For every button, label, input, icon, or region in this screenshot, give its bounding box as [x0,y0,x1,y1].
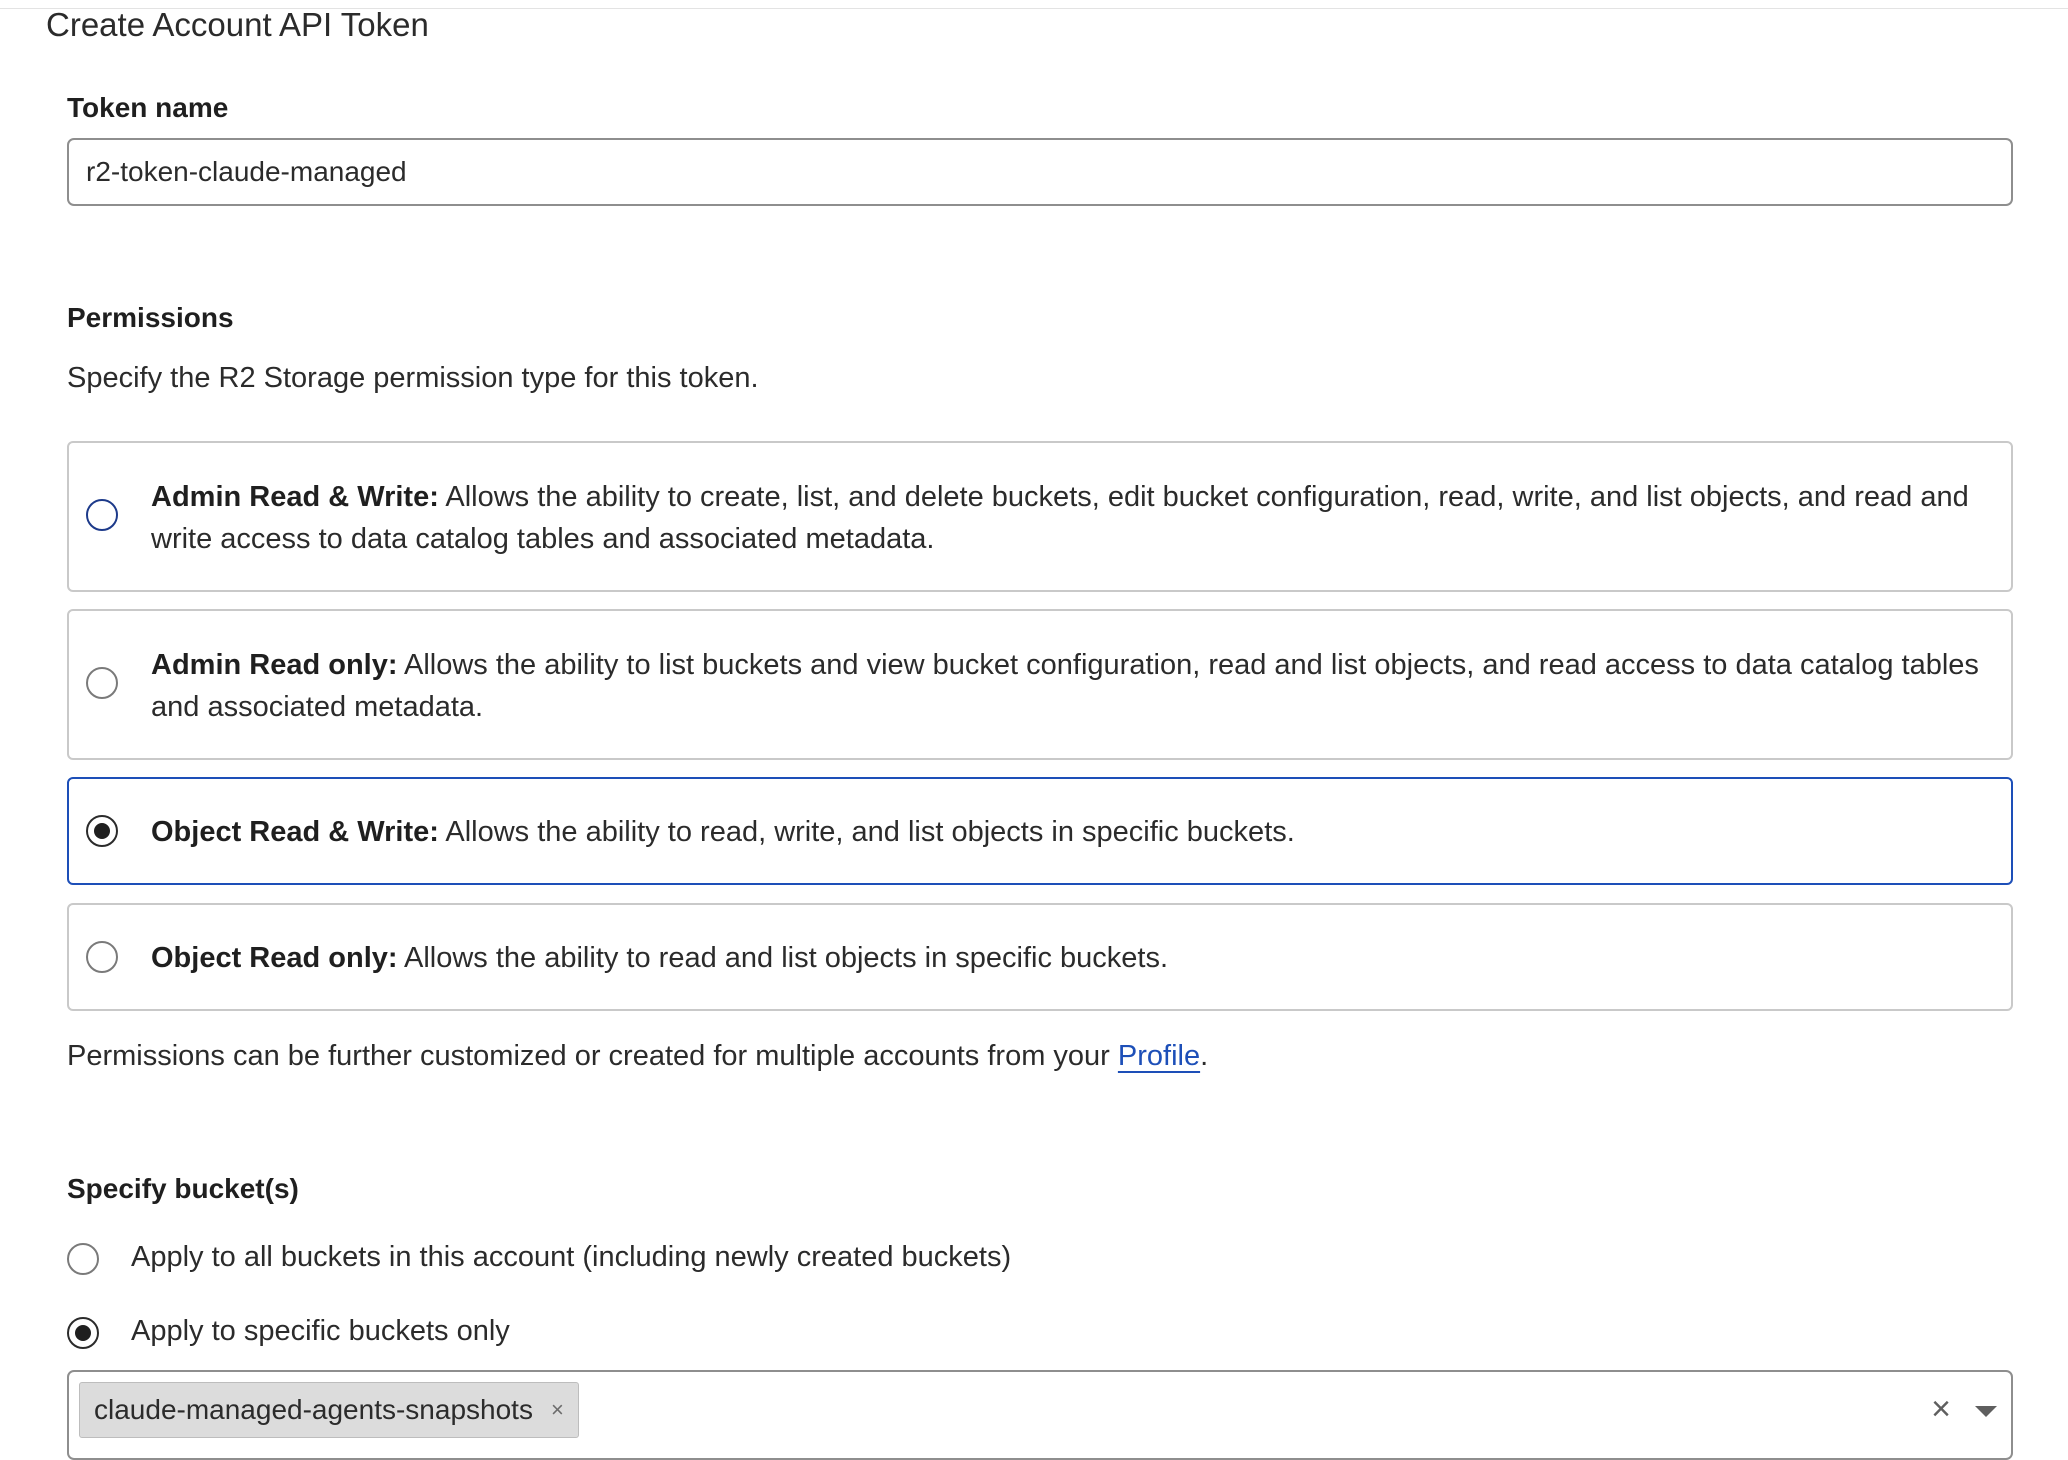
chevron-down-icon[interactable] [1975,1406,1997,1417]
radio-object-read-write[interactable] [86,815,118,847]
radio-object-read-only[interactable] [86,941,118,973]
radio-all-buckets[interactable] [67,1243,99,1275]
permission-option-description: Allows the ability to read and list obje… [397,942,1169,974]
permission-option-title: Admin Read only: [151,649,398,681]
permission-option-admin-read-write[interactable]: Admin Read & Write: Allows the ability t… [67,441,2013,592]
permission-option-title: Object Read only: [151,942,398,974]
bucket-chip: claude-managed-agents-snapshots × [79,1382,579,1438]
permission-option-text: Admin Read only: Allows the ability to l… [151,644,1991,728]
radio-admin-read-only[interactable] [86,667,118,699]
bucket-scope-label: Apply to all buckets in this account (in… [131,1241,1012,1273]
permission-option-object-read-only[interactable]: Object Read only: Allows the ability to … [67,903,2013,1011]
permissions-label: Permissions [67,302,234,333]
permission-option-description: Allows the ability to list buckets and v… [151,649,1979,723]
permission-option-title: Admin Read & Write: [151,481,439,513]
permissions-footer-suffix: . [1200,1040,1209,1072]
page-title: Create Account API Token [46,6,429,43]
token-name-input[interactable] [67,138,2013,206]
profile-link[interactable]: Profile [1118,1040,1200,1072]
permissions-description: Specify the R2 Storage permission type f… [67,362,759,394]
permission-option-description: Allows the ability to read, write, and l… [438,816,1295,848]
permissions-footer-text: Permissions can be further customized or… [67,1040,1118,1072]
permission-option-title: Object Read & Write: [151,816,439,848]
bucket-chip-label: claude-managed-agents-snapshots [94,1394,533,1425]
bucket-select[interactable]: claude-managed-agents-snapshots × × [67,1370,2013,1460]
permission-option-admin-read-only[interactable]: Admin Read only: Allows the ability to l… [67,609,2013,760]
permission-option-text: Object Read & Write: Allows the ability … [151,811,1991,853]
radio-admin-read-write[interactable] [86,499,118,531]
permission-option-object-read-write[interactable]: Object Read & Write: Allows the ability … [67,777,2013,885]
chip-remove-icon[interactable]: × [551,1397,564,1423]
token-name-label: Token name [67,92,229,123]
permission-option-text: Admin Read & Write: Allows the ability t… [151,476,1991,560]
specify-buckets-label: Specify bucket(s) [67,1173,299,1204]
bucket-scope-label: Apply to specific buckets only [131,1315,510,1347]
clear-icon[interactable]: × [1931,1390,1951,1429]
permissions-footer: Permissions can be further customized or… [67,1040,1208,1073]
radio-specific-buckets[interactable] [67,1317,99,1349]
permission-option-text: Object Read only: Allows the ability to … [151,937,1991,979]
